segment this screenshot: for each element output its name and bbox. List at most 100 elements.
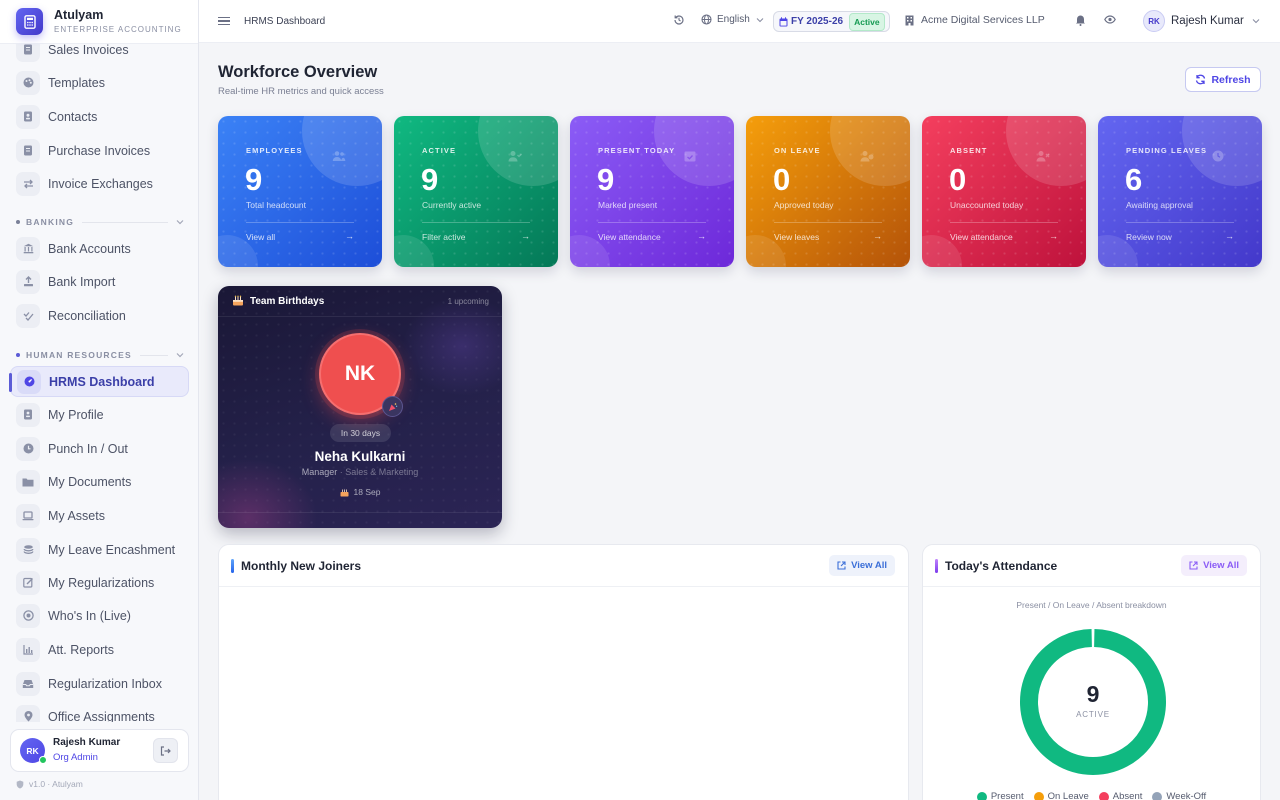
sidebar-item-my-leave-encashment[interactable]: My Leave Encashment [10,534,189,565]
menu-toggle-icon[interactable] [218,16,230,26]
language-label: English [717,14,750,25]
view-all-button[interactable]: View All [1181,555,1247,576]
arrow-right-icon: → [1225,231,1234,241]
employee-role: Manager · Sales & Marketing [218,467,502,477]
sidebar-item-contacts[interactable]: Contacts [10,101,189,132]
section-label: HUMAN RESOURCES [26,350,132,360]
page-title: Workforce Overview [218,63,378,81]
sidebar-user-card[interactable]: RK Rajesh Kumar Org Admin [10,729,189,772]
user-x-icon [1036,151,1050,162]
sidebar-item-my-profile[interactable]: My Profile [10,399,189,430]
view-all-button[interactable]: View All [829,555,895,576]
section-banking[interactable]: BANKING [16,216,184,228]
chevron-down-icon [176,353,184,358]
stat-link[interactable]: View leaves [774,232,819,242]
legend-item-on-leave[interactable]: On Leave [1033,791,1089,800]
sidebar-item-invoice-exchanges[interactable]: Invoice Exchanges [10,168,189,199]
sidebar-item-my-assets[interactable]: My Assets [10,500,189,531]
building-icon [905,15,914,25]
sidebar-item-hrms-dashboard[interactable]: HRMS Dashboard [9,366,189,397]
upload-icon [16,269,40,294]
sidebar-item-label: Sales Invoices [48,42,129,57]
sidebar-item-my-documents[interactable]: My Documents [10,466,189,497]
sidebar-item-label: Regularization Inbox [48,676,162,691]
refresh-button[interactable]: Refresh [1185,67,1261,92]
shield-icon [16,780,24,788]
birthday-date: 18 Sep [218,487,502,497]
donut-center-label: ACTIVE [1076,710,1110,719]
sidebar-item-punch-in-out[interactable]: Punch In / Out [10,433,189,464]
team-birthdays-card: Team Birthdays 1 upcoming NK In 30 days … [218,286,502,528]
role-text: Manager [301,467,338,477]
stat-value: 0 [773,162,791,197]
sidebar-item-whos-in-live[interactable]: Who's In (Live) [10,600,189,631]
stat-link[interactable]: Filter active [422,232,465,242]
logout-button[interactable] [153,738,178,763]
brand-header[interactable]: Atulyam ENTERPRISE ACCOUNTING [0,0,198,44]
legend-item-present[interactable]: Present [976,791,1024,800]
stat-card-absent[interactable]: ABSENT 0 Unaccounted today View attendan… [922,116,1086,267]
language-selector[interactable]: English [701,14,764,25]
section-human-resources[interactable]: HUMAN RESOURCES [16,349,184,361]
sidebar-item-regularization-inbox[interactable]: Regularization Inbox [10,668,189,699]
stat-value: 9 [421,162,439,197]
history-icon[interactable] [673,14,685,26]
user-name: Rajesh Kumar [53,737,121,749]
stat-description: Unaccounted today [950,200,1024,210]
fiscal-year-selector[interactable]: FY 2025-26 Active [773,11,890,32]
days-until-badge: In 30 days [330,424,391,442]
laptop-icon [16,503,40,528]
document-icon [16,138,40,163]
stat-card-employees[interactable]: EMPLOYEES 9 Total headcount View all → [218,116,382,267]
sidebar-item-templates[interactable]: Templates [10,67,189,98]
sidebar-item-label: HRMS Dashboard [49,374,155,389]
stat-card-active[interactable]: ACTIVE 9 Currently active Filter active … [394,116,558,267]
sidebar-item-att-reports[interactable]: Att. Reports [10,634,189,665]
stat-card-present-today[interactable]: PRESENT TODAY 9 Marked present View atte… [570,116,734,267]
sidebar-item-office-assignments[interactable]: Office Assignments [10,701,189,722]
department-text: · Sales & Marketing [339,467,419,477]
bell-icon[interactable] [1075,14,1086,26]
card-title: Team Birthdays [250,296,325,307]
stat-link[interactable]: View all [246,232,275,242]
live-icon [16,603,40,628]
section-label: BANKING [26,217,75,227]
stat-label: ON LEAVE [774,146,821,155]
legend-item-absent[interactable]: Absent [1098,791,1143,800]
sidebar-item-label: Bank Accounts [48,241,131,256]
inbox-icon [16,671,40,696]
stat-link[interactable]: Review now [1126,232,1172,242]
calendar-icon [779,16,788,26]
stat-card-on-leave[interactable]: ON LEAVE 0 Approved today View leaves → [746,116,910,267]
sidebar-item-purchase-invoices[interactable]: Purchase Invoices [10,135,189,166]
stat-link[interactable]: View attendance [598,232,661,242]
eye-icon[interactable] [1104,15,1116,24]
dashboard-icon [17,369,41,394]
monthly-new-joiners-panel: Monthly New Joiners View All [218,544,909,800]
globe-icon [701,14,712,25]
sidebar-item-reconciliation[interactable]: Reconciliation [10,300,189,331]
chevron-down-icon [1252,19,1260,24]
panel-title: Today's Attendance [945,559,1058,573]
sidebar-item-bank-import[interactable]: Bank Import [10,266,189,297]
arrow-right-icon: → [1049,231,1058,241]
sidebar-item-my-regularizations[interactable]: My Regularizations [10,567,189,598]
calendar-check-icon [684,151,696,162]
legend-label: Absent [1112,791,1143,800]
chevron-down-icon [176,220,184,225]
folder-icon [16,469,40,494]
stat-card-pending-leaves[interactable]: PENDING LEAVES 6 Awaiting approval Revie… [1098,116,1262,267]
sidebar-item-label: Reconciliation [48,308,126,323]
sidebar-item-label: Templates [48,75,105,90]
sidebar-item-label: My Leave Encashment [48,542,176,557]
legend-item-week-off[interactable]: Week-Off [1152,791,1206,800]
company-selector[interactable]: Acme Digital Services LLP [905,14,1045,26]
sidebar-item-label: My Assets [48,508,105,523]
party-icon [382,396,403,417]
sidebar-item-bank-accounts[interactable]: Bank Accounts [10,233,189,264]
user-menu[interactable]: RK Rajesh Kumar [1143,10,1260,32]
refresh-icon [1196,74,1206,85]
stat-value: 9 [245,162,263,197]
stat-link[interactable]: View attendance [950,232,1013,242]
sidebar-item-label: Who's In (Live) [48,608,131,623]
